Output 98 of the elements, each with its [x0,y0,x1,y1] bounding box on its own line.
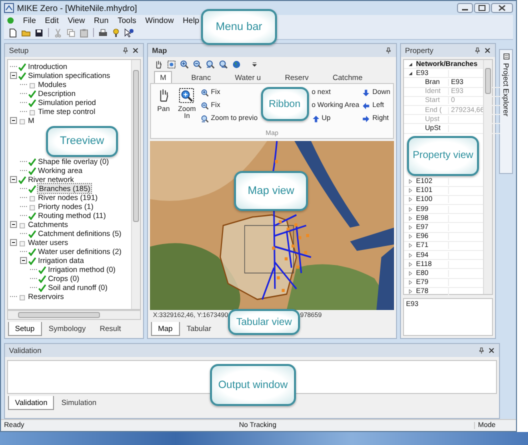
copy-icon[interactable] [66,28,76,38]
status-dot-icon [7,17,14,24]
checkmark-icon[interactable] [38,284,46,292]
expand-icon[interactable] [408,225,412,230]
menu-item[interactable]: Window [145,16,174,25]
menu-item[interactable]: File [23,16,36,25]
callout-label: Menu bar [201,9,277,45]
app-icon [4,3,14,13]
close-icon[interactable] [132,47,139,54]
callout-label: Ribbon [260,87,309,121]
checkmark-icon[interactable] [18,176,26,184]
maximize-icon[interactable] [474,3,490,13]
checkmark-icon[interactable] [28,256,36,264]
expand-icon[interactable] [408,179,412,184]
checkmark-icon[interactable] [18,62,26,70]
checkmark-icon[interactable] [28,230,36,238]
collapse-icon[interactable] [10,176,17,183]
menu-item[interactable]: Tools [118,16,136,25]
arrow-left-icon [362,102,370,110]
scrollbar[interactable] [131,60,140,309]
scrollbar[interactable] [7,310,141,320]
checkmark-icon[interactable] [28,212,36,220]
checkmark-icon[interactable] [28,158,36,166]
expand-icon[interactable] [408,216,412,221]
checkmark-icon[interactable] [28,166,36,174]
expand-icon[interactable] [408,206,412,212]
menu-item[interactable]: Edit [44,16,59,25]
checkbox-icon[interactable] [28,80,36,88]
globe-icon[interactable] [232,60,241,68]
zoom-previous-icon [200,114,209,122]
arrow-down-icon [362,88,370,96]
window-title: MIKE Zero - [WhiteNile.mhydro] [17,3,137,13]
zoom-out-icon [200,102,209,110]
arrow-up-icon [312,114,320,122]
expand-icon[interactable] [408,197,412,202]
expand-icon[interactable] [408,262,412,267]
expand-icon[interactable] [408,289,412,294]
expand-icon[interactable] [408,280,412,286]
callout-label: Map view [234,171,308,211]
help-icon[interactable] [111,28,121,38]
document-icon [502,53,510,60]
checkbox-icon[interactable] [18,238,26,246]
checkbox-icon[interactable] [18,116,26,124]
cut-icon[interactable] [53,28,63,38]
collapse-icon[interactable] [408,62,412,67]
context-help-icon[interactable] [124,28,134,38]
checkmark-icon[interactable] [28,248,36,256]
checkmark-icon[interactable] [38,266,46,274]
zoom-next-icon[interactable] [219,60,228,68]
expand-icon[interactable] [408,252,412,258]
expand-icon[interactable] [408,234,412,240]
pin-icon[interactable] [122,47,129,54]
checkbox-icon[interactable] [18,220,26,228]
dropdown-icon[interactable] [251,60,258,68]
checkbox-icon[interactable] [28,108,36,116]
zoom-box-icon[interactable] [167,60,176,68]
paste-icon[interactable] [79,28,89,38]
minimize-icon[interactable] [457,3,473,13]
checkmark-icon[interactable] [38,274,46,282]
pin-icon[interactable] [474,47,481,54]
print-icon[interactable] [98,28,108,38]
close-icon[interactable] [488,347,495,354]
collapse-icon[interactable] [10,221,17,228]
close-icon[interactable] [484,47,491,54]
close-icon[interactable] [491,3,513,13]
zoom-in-icon [179,88,194,103]
zoom-previous-icon[interactable] [206,60,215,68]
menu-item[interactable]: View [68,16,85,25]
save-icon[interactable] [34,28,44,38]
checkmark-icon[interactable] [28,184,36,192]
checkbox-icon[interactable] [28,194,36,202]
checkbox-icon[interactable] [28,202,36,210]
expand-icon[interactable] [408,270,412,276]
collapse-icon[interactable] [20,257,27,264]
collapse-icon[interactable] [10,239,17,246]
hand-icon[interactable] [154,60,163,68]
zoom-out-icon[interactable] [193,60,202,68]
callout-label: Treeview [46,126,118,156]
zoom-in-icon[interactable] [180,60,189,68]
checkmark-icon[interactable] [28,90,36,98]
menu-item[interactable]: Run [94,16,109,25]
callout-label: Tabular view [228,309,300,335]
checkmark-icon[interactable] [28,98,36,106]
menu-item[interactable]: Help [182,16,200,25]
callout-label: Property view [407,136,479,176]
checkbox-icon[interactable] [18,292,26,300]
pin-icon[interactable] [385,47,392,54]
checkmark-icon[interactable] [18,72,26,80]
scrollbar[interactable] [483,60,492,294]
pin-icon[interactable] [478,347,485,354]
zoom-in-icon [200,88,209,96]
expand-icon[interactable] [408,188,412,194]
collapse-icon[interactable] [10,117,17,124]
expand-icon[interactable] [408,243,412,248]
collapse-icon[interactable] [10,72,17,79]
callout-label: Output window [210,364,296,406]
arrow-right-icon [362,114,370,122]
collapse-icon[interactable] [408,70,412,76]
